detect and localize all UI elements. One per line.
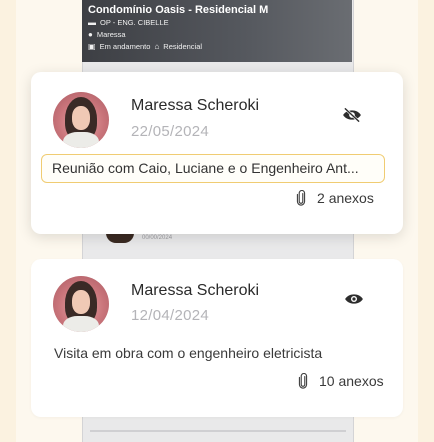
eye-icon[interactable] [343, 291, 365, 307]
paperclip-icon [296, 190, 306, 206]
avatar [53, 92, 109, 148]
hidden-avatar [106, 233, 134, 243]
note-description[interactable]: Reunião com Caio, Luciane e o Engenheiro… [41, 154, 385, 183]
hidden-note-date: 00/00/2024 [142, 235, 173, 241]
attachments-label: anexos [338, 373, 384, 389]
project-status-row: ▣ Em andamento ⌂ Residencial [88, 41, 346, 53]
project-owner-row: ● Maressa [88, 29, 346, 41]
page-margin-left [0, 0, 16, 442]
project-type: Residencial [163, 42, 203, 51]
briefcase-icon: ▬ [88, 18, 96, 27]
attachments-link[interactable]: 10 anexos [297, 373, 384, 389]
attachments-count: 10 [319, 373, 335, 389]
note-author: Maressa Scheroki [131, 97, 260, 114]
note-author: Maressa Scheroki [131, 282, 260, 299]
note-date: 12/04/2024 [131, 307, 210, 324]
clipboard-icon: ▣ [88, 42, 96, 51]
note-description: Visita em obra com o engenheiro eletrici… [54, 345, 323, 361]
paperclip-icon [298, 373, 308, 389]
home-icon: ⌂ [154, 42, 160, 51]
project-owner: Maressa [96, 30, 126, 39]
attachments-link[interactable]: 2 anexos [295, 190, 374, 206]
project-status: Em andamento [99, 42, 151, 51]
project-card-bottom [90, 430, 346, 432]
attachments-label: anexos [328, 190, 374, 206]
project-code: OP - ENG. CIBELLE [100, 18, 169, 27]
eye-off-icon[interactable] [341, 107, 363, 123]
page-margin-right [418, 0, 434, 442]
note-card[interactable]: Maressa Scheroki 12/04/2024 Visita em ob… [31, 259, 403, 417]
note-card[interactable]: Maressa Scheroki 22/05/2024 Reunião com … [31, 72, 403, 234]
project-code-row: ▬ OP - ENG. CIBELLE [88, 17, 346, 29]
note-date: 22/05/2024 [131, 123, 210, 140]
project-title: Condomínio Oasis - Residencial M [88, 4, 269, 16]
attachments-count: 2 [317, 190, 325, 206]
user-icon: ● [88, 30, 93, 39]
project-card-header[interactable]: Condomínio Oasis - Residencial M ▬ OP - … [82, 0, 352, 62]
avatar [53, 276, 109, 332]
